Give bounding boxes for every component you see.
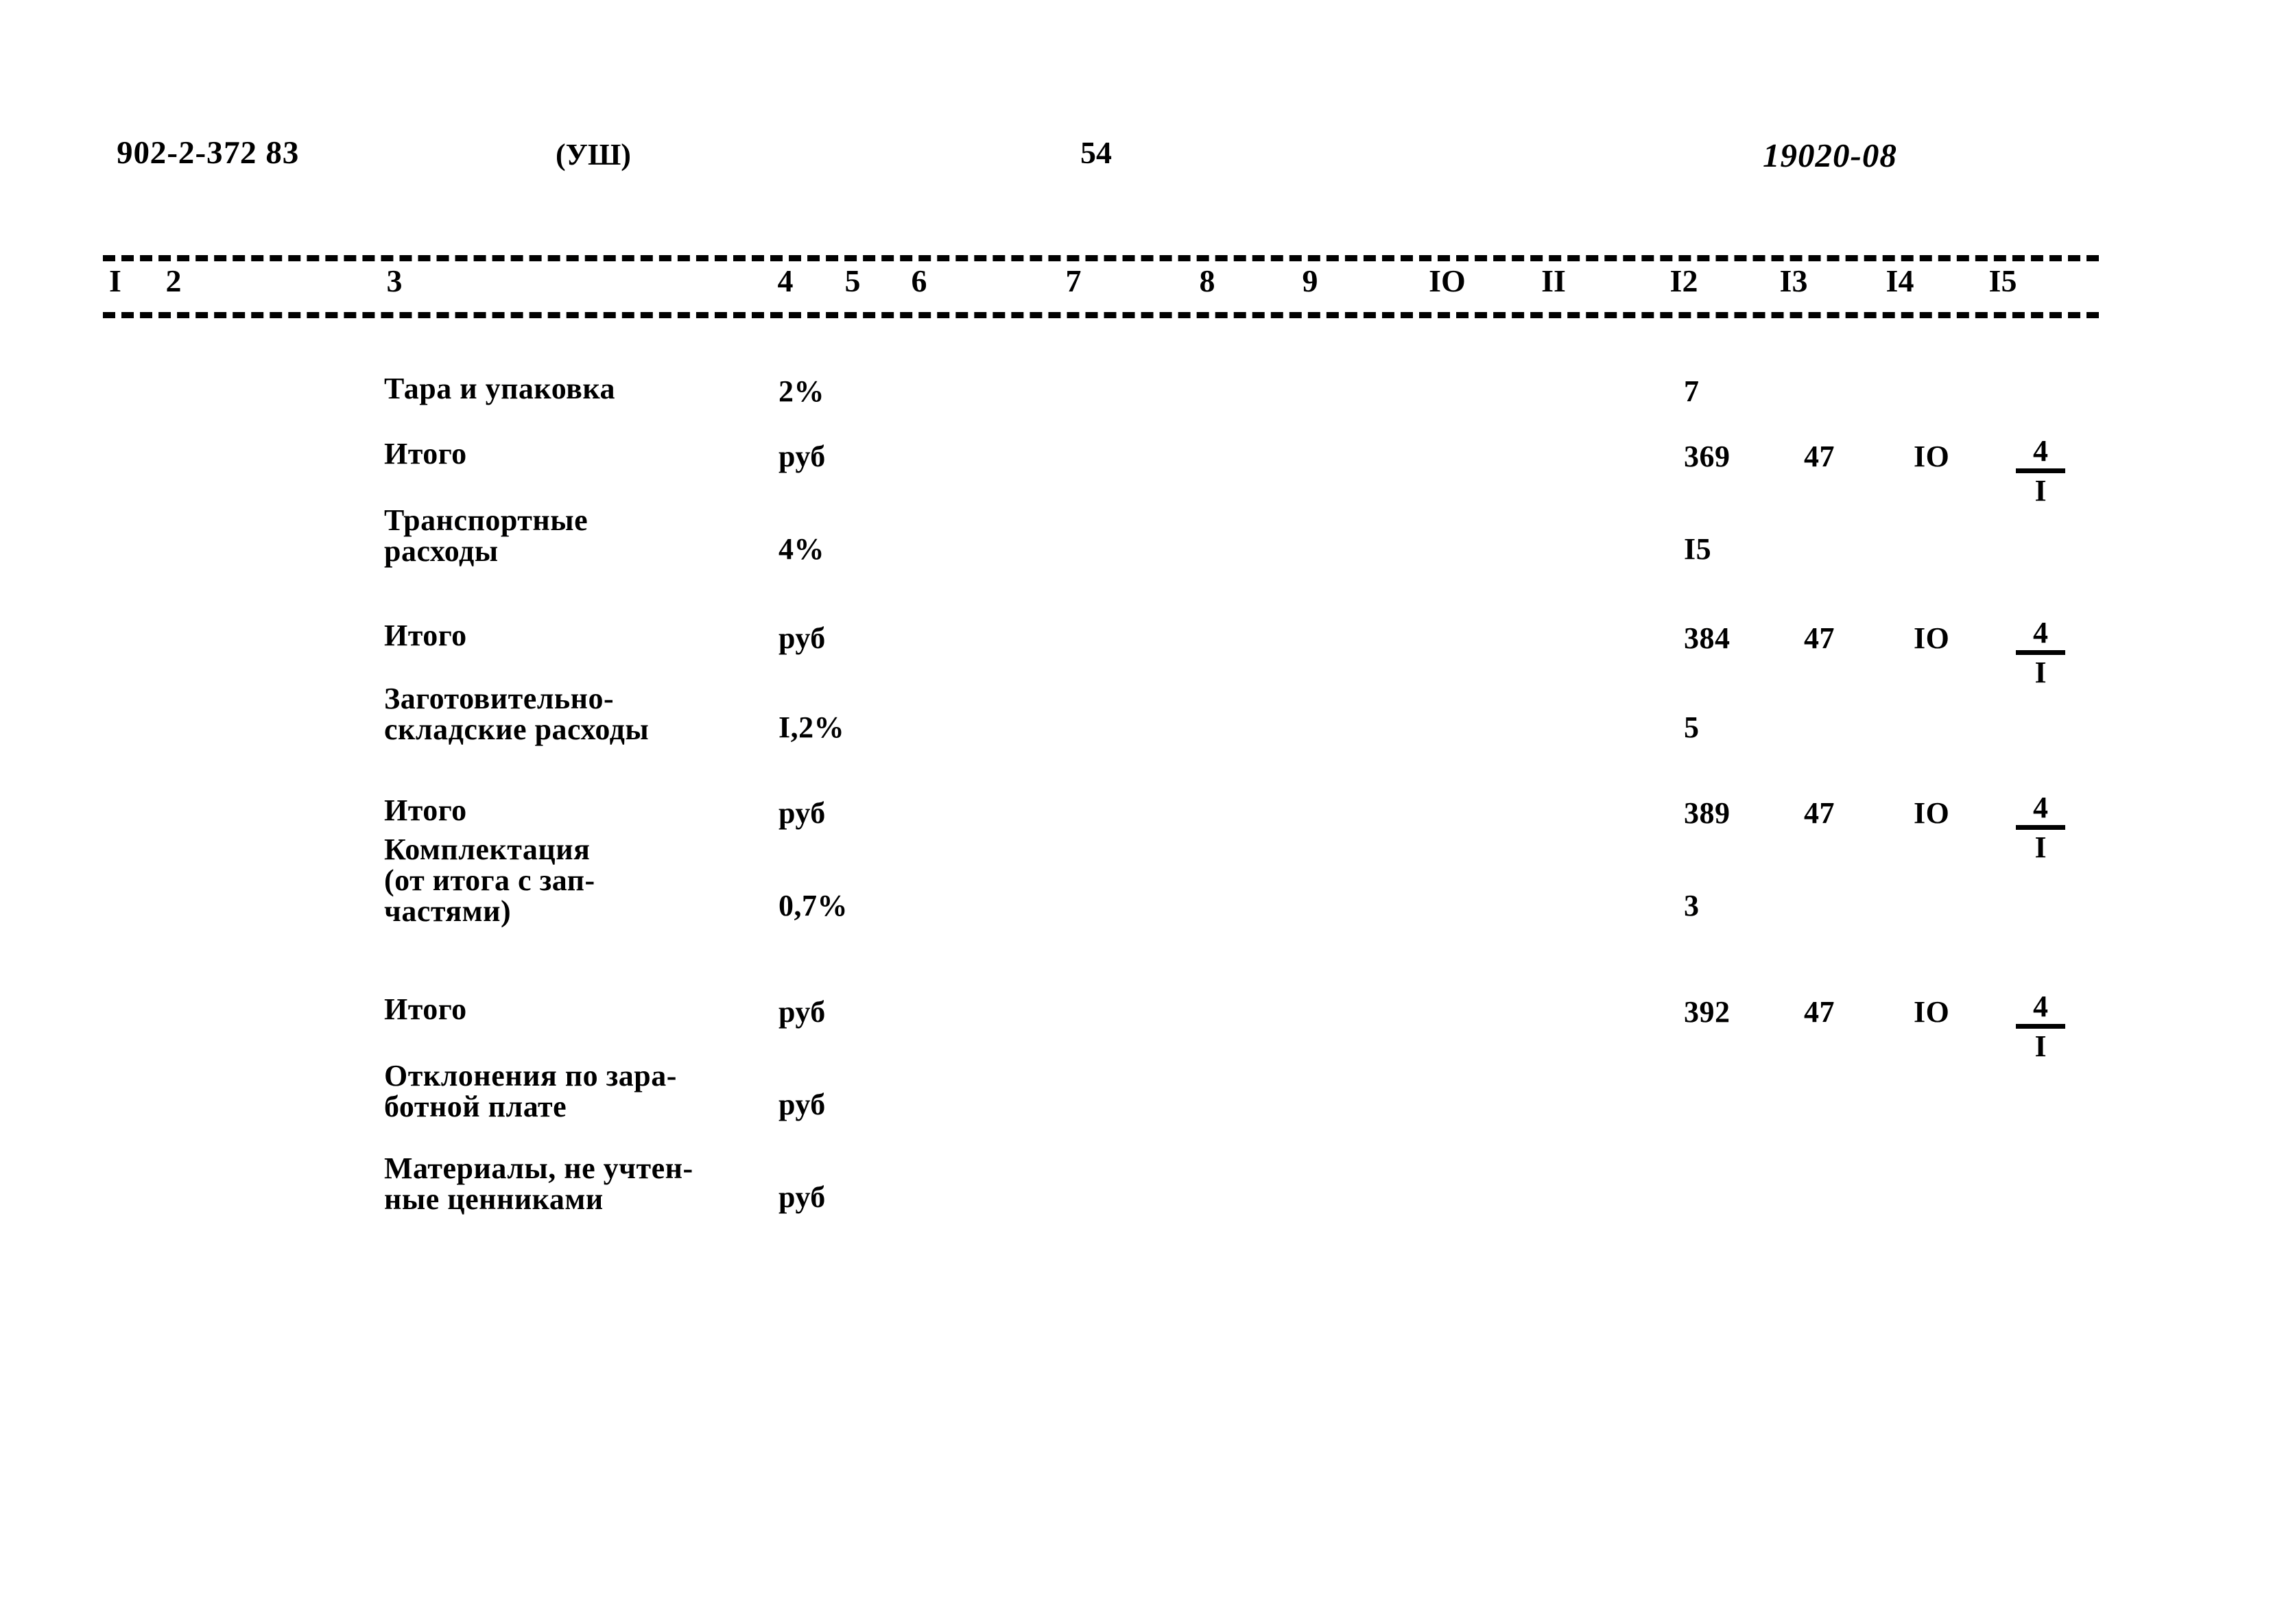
table-row: Заготовительно- складские расходы I,2% 5 bbox=[0, 683, 2271, 792]
row-value-col12: 389 bbox=[1684, 796, 1731, 830]
fraction-denominator: I bbox=[2034, 831, 2047, 864]
fraction-bar bbox=[2016, 468, 2065, 473]
section-number: (УШ) bbox=[556, 138, 631, 171]
row-value-col14: IO bbox=[1914, 796, 1950, 830]
row-value-col12: 7 bbox=[1684, 374, 1700, 408]
column-header-7: 7 bbox=[1065, 263, 1082, 298]
column-header-6: 6 bbox=[911, 263, 927, 298]
row-unit: 4% bbox=[778, 532, 824, 566]
row-unit: руб bbox=[778, 621, 826, 655]
row-label: Транспортные расходы bbox=[384, 503, 588, 568]
row-value-col13: 47 bbox=[1804, 796, 1835, 830]
row-unit: руб bbox=[778, 440, 826, 473]
column-header-8: 8 bbox=[1199, 263, 1215, 298]
table-row: Итого руб 384 47 IO 4 I bbox=[0, 618, 2271, 703]
row-label: Заготовительно- складские расходы bbox=[384, 682, 650, 746]
table-row: Отклонения по зара- ботной плате руб bbox=[0, 1060, 2271, 1169]
row-unit: руб bbox=[778, 1088, 826, 1121]
page-number: 54 bbox=[1080, 135, 1112, 170]
column-header-5: 5 bbox=[844, 263, 861, 298]
row-value-col13: 47 bbox=[1804, 995, 1835, 1029]
column-header-15: I5 bbox=[1988, 263, 2017, 298]
row-unit: руб bbox=[778, 995, 826, 1029]
row-label: Материалы, не учтен- ные ценниками bbox=[384, 1151, 693, 1216]
row-value-col12: 392 bbox=[1684, 995, 1731, 1029]
table-column-headers: I 2 3 4 5 6 7 8 9 IO II I2 I3 I4 I5 bbox=[0, 263, 2271, 311]
table-row: Комплектация (от итога с зап- частями) 0,… bbox=[0, 834, 2271, 970]
column-header-4: 4 bbox=[777, 263, 794, 298]
row-label: Отклонения по зара- ботной плате bbox=[384, 1059, 677, 1123]
row-label: Тара и упаковка bbox=[384, 372, 616, 405]
fraction-numerator: 4 bbox=[2033, 990, 2048, 1023]
fraction-bar bbox=[2016, 1024, 2065, 1029]
column-header-3: 3 bbox=[386, 263, 403, 298]
row-value-col15-fraction: 4I bbox=[2003, 793, 2078, 863]
row-value-col12: 369 bbox=[1684, 440, 1731, 473]
column-header-13: I3 bbox=[1779, 263, 1808, 298]
row-unit: руб bbox=[778, 796, 826, 830]
document-header: 902-2-372 83 (УШ) 54 19020-08 bbox=[0, 134, 2271, 189]
row-value-col15-fraction: 4I bbox=[2003, 992, 2078, 1062]
document-code: 902-2-372 83 bbox=[116, 135, 300, 171]
row-value-col13: 47 bbox=[1804, 621, 1835, 655]
fraction-denominator: I bbox=[2034, 474, 2047, 508]
row-label: Итого bbox=[384, 619, 467, 652]
row-value-col14: IO bbox=[1914, 440, 1950, 473]
column-header-12: I2 bbox=[1669, 263, 1698, 298]
column-header-10: IO bbox=[1429, 263, 1466, 298]
row-unit: I,2% bbox=[778, 710, 845, 744]
row-label: Итого bbox=[384, 992, 467, 1026]
document-page: 902-2-372 83 (УШ) 54 19020-08 I23456789I… bbox=[0, 0, 2271, 1624]
row-value-col12: 3 bbox=[1684, 889, 1700, 922]
row-label: Итого bbox=[384, 793, 467, 827]
row-value-col12: 5 bbox=[1684, 710, 1700, 744]
column-header-11: II bbox=[1541, 263, 1566, 298]
fraction-numerator: 4 bbox=[2033, 616, 2048, 649]
sheet-code: 19020-08 bbox=[1763, 136, 1897, 174]
row-unit: руб bbox=[778, 1180, 826, 1214]
fraction-denominator: I bbox=[2034, 656, 2047, 689]
row-label: Итого bbox=[384, 437, 467, 470]
row-label: Комплектация (от итога с зап- частями) bbox=[384, 833, 595, 928]
table-rule-bottom bbox=[103, 312, 2099, 318]
table-row: Итого руб 369 47 IO 4 I bbox=[0, 436, 2271, 521]
fraction-bar bbox=[2016, 650, 2065, 655]
row-value-col12: 384 bbox=[1684, 621, 1731, 655]
fraction-numerator: 4 bbox=[2033, 434, 2048, 468]
fraction-numerator: 4 bbox=[2033, 791, 2048, 824]
table-row: Итого руб 389 47 IO 4 I bbox=[0, 793, 2271, 878]
row-value-col14: IO bbox=[1914, 621, 1950, 655]
row-value-col12: I5 bbox=[1684, 532, 1712, 566]
row-value-col14: IO bbox=[1914, 995, 1950, 1029]
row-value-col13: 47 bbox=[1804, 440, 1835, 473]
table-row: Материалы, не учтен- ные ценниками руб bbox=[0, 1153, 2271, 1262]
row-unit: 0,7% bbox=[778, 889, 848, 922]
column-header-2: 2 bbox=[165, 263, 182, 298]
column-header-9: 9 bbox=[1302, 263, 1318, 298]
column-header-1: I bbox=[109, 263, 121, 298]
table-row: Транспортные расходы 4% I5 bbox=[0, 505, 2271, 614]
fraction-denominator: I bbox=[2034, 1029, 2047, 1063]
table-rule-top bbox=[103, 255, 2099, 261]
row-value-col15-fraction: 4I bbox=[2003, 618, 2078, 688]
row-value-col15-fraction: 4I bbox=[2003, 436, 2078, 506]
fraction-bar bbox=[2016, 825, 2065, 830]
column-header-14: I4 bbox=[1886, 263, 1914, 298]
row-unit: 2% bbox=[778, 374, 824, 408]
table-row: Итого руб 392 47 IO 4 I bbox=[0, 992, 2271, 1077]
